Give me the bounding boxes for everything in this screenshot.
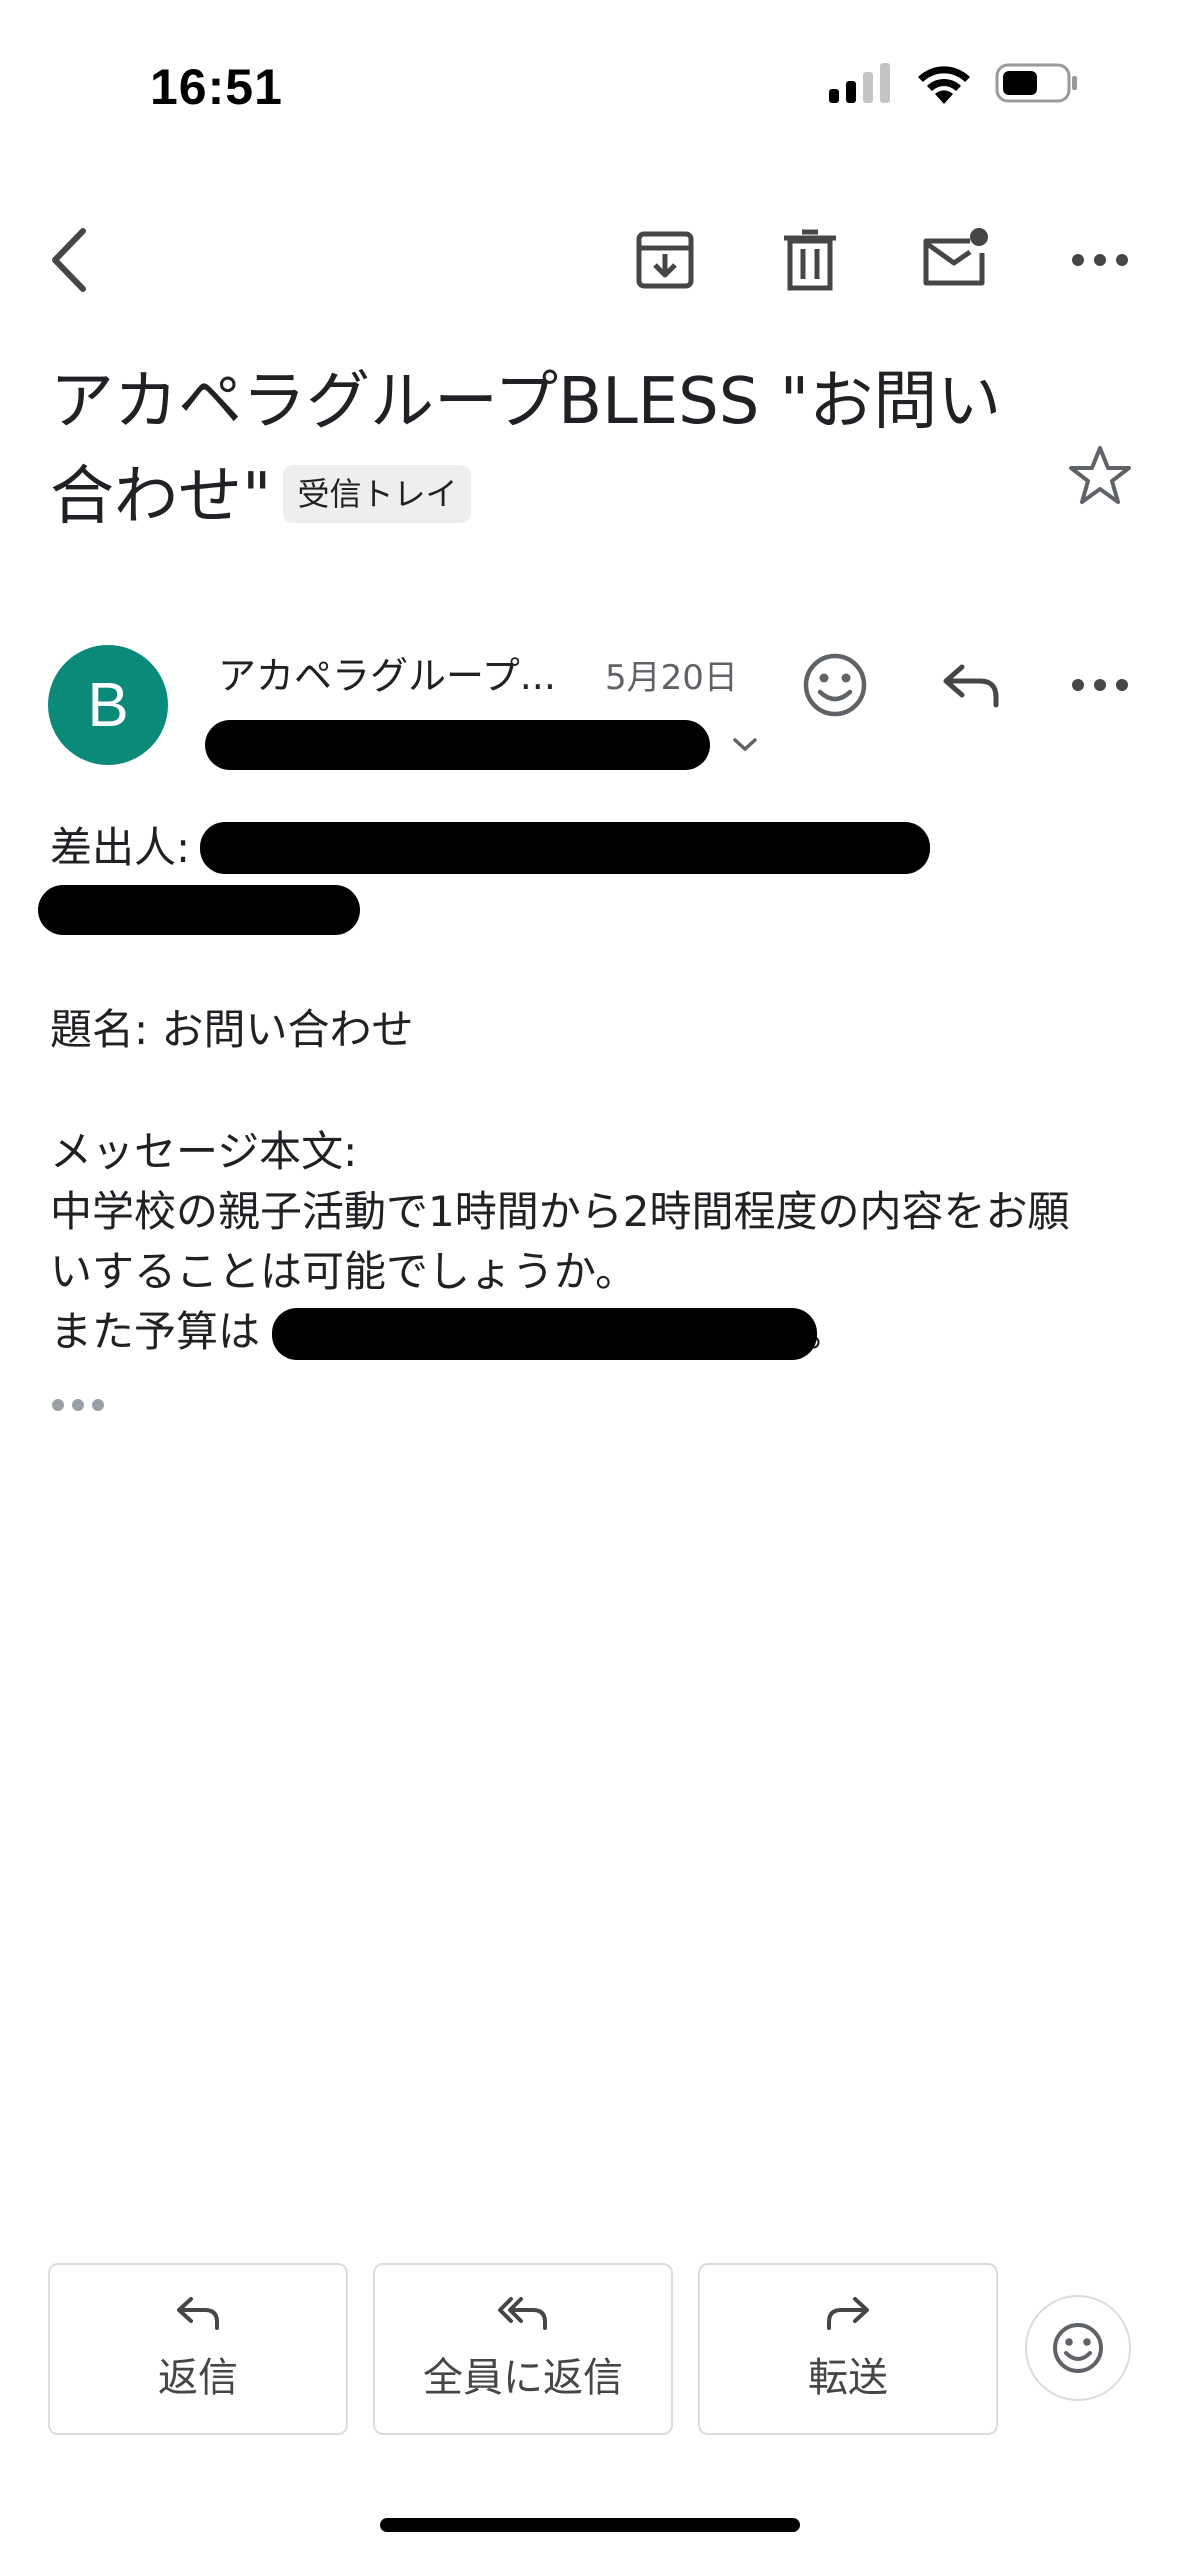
reply-icon	[177, 2297, 219, 2330]
more-horizontal-icon	[1072, 254, 1128, 266]
status-time: 16:51	[150, 59, 283, 115]
show-trimmed-content-button[interactable]	[50, 1395, 110, 1425]
chevron-left-icon	[52, 228, 86, 292]
subject-text: アカペラグループBLESS "お問い合わせ"	[50, 365, 1002, 534]
redacted-budget	[272, 1308, 817, 1360]
home-indicator[interactable]	[380, 2518, 800, 2532]
mail-unread-icon	[923, 227, 988, 285]
more-horizontal-icon	[1072, 679, 1128, 691]
forward-label: 転送	[808, 2355, 888, 2401]
chevron-down-icon	[733, 738, 757, 752]
sender-name[interactable]: アカペラグループ...	[218, 645, 556, 700]
more-horizontal-icon	[52, 1399, 104, 1411]
email-subject: アカペラグループBLESS "お問い合わせ" 受信トレイ	[50, 355, 1030, 545]
reply-all-button[interactable]: 全員に返信	[373, 2263, 673, 2435]
archive-button[interactable]	[620, 220, 710, 300]
budget-prefix: また予算は	[50, 1307, 261, 1356]
reply-button[interactable]: 返信	[48, 2263, 348, 2435]
redacted-from-continued	[38, 885, 360, 935]
redacted-from-address	[200, 822, 930, 874]
trash-icon	[784, 229, 836, 291]
message-line-1: 中学校の親子活動で1時間から2時間程度の内容をお願	[50, 1187, 1070, 1236]
from-label: 差出人:	[50, 823, 191, 872]
forward-button[interactable]: 転送	[698, 2263, 998, 2435]
inbox-label-chip[interactable]: 受信トレイ	[283, 465, 472, 524]
back-button[interactable]	[28, 215, 108, 305]
expand-details-button[interactable]	[725, 725, 765, 765]
wifi-icon	[918, 66, 970, 104]
message-line-2: いすることは可能でしょうか。	[50, 1247, 638, 1296]
message-more-button[interactable]	[1050, 650, 1150, 720]
reply-all-label: 全員に返信	[423, 2355, 623, 2401]
archive-icon	[636, 231, 694, 289]
sender-avatar[interactable]: B	[48, 645, 168, 765]
subject-line: 題名: お問い合わせ	[50, 1005, 414, 1054]
forward-icon	[827, 2297, 869, 2330]
delete-button[interactable]	[765, 220, 855, 300]
star-button[interactable]	[1060, 435, 1140, 515]
mark-unread-button[interactable]	[905, 215, 1005, 300]
recipient-redacted[interactable]	[205, 720, 710, 770]
cellular-signal-icon	[829, 63, 890, 103]
reply-all-icon	[498, 2297, 547, 2330]
email-date: 5月20日	[605, 658, 738, 698]
more-options-button[interactable]	[1050, 225, 1150, 295]
emoji-icon	[1053, 2323, 1103, 2373]
battery-icon	[995, 63, 1077, 103]
reply-button-header[interactable]	[925, 645, 1015, 725]
star-icon	[1069, 446, 1131, 504]
status-icons	[829, 62, 1079, 104]
reply-icon	[943, 664, 999, 708]
add-reaction-button[interactable]	[795, 645, 875, 725]
reply-label: 返信	[158, 2355, 238, 2401]
emoji-icon	[803, 653, 867, 717]
message-label: メッセージ本文:	[50, 1127, 358, 1176]
emoji-reaction-button[interactable]	[1025, 2295, 1131, 2401]
